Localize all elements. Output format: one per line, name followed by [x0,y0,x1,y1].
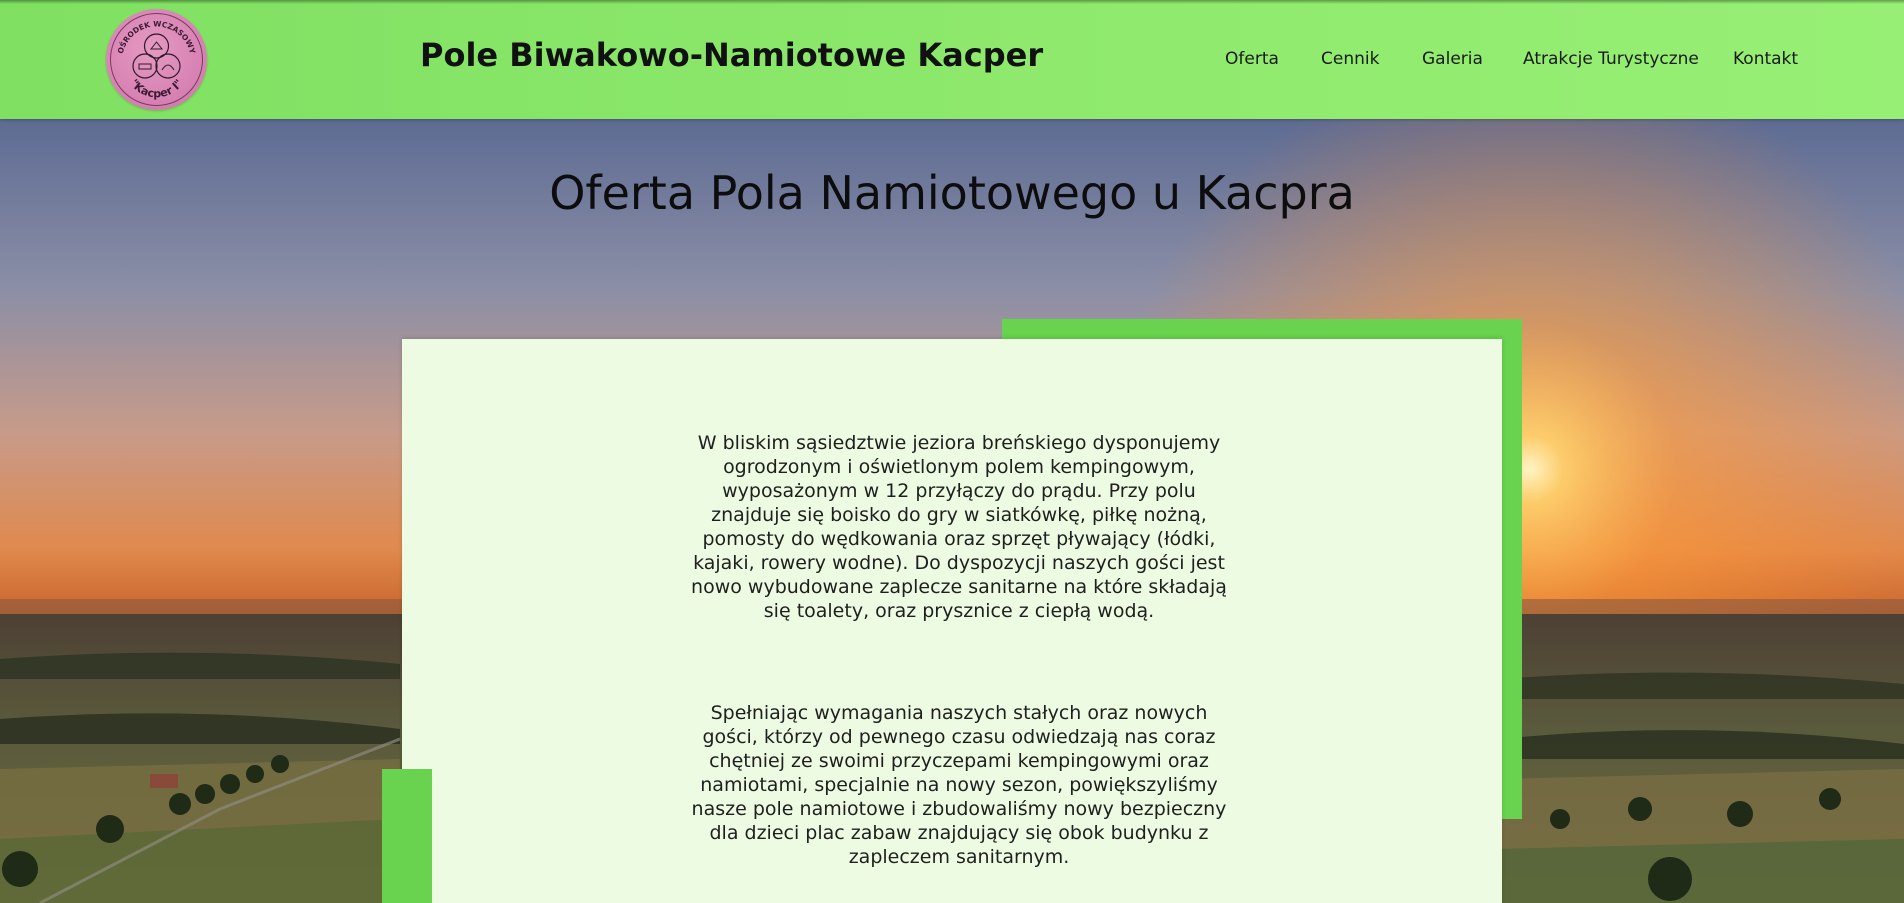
offer-paragraph-1: W bliskim sąsiedztwie jeziora breńskiego… [691,432,1227,622]
nav-cennik[interactable]: Cennik [1321,49,1379,71]
page-heading: Oferta Pola Namiotowego u Kacpra [549,166,1355,220]
logo-emblem-icon: OŚRODEK WCZASOWY "Kacper I" [110,13,203,106]
site-logo[interactable]: OŚRODEK WCZASOWY "Kacper I" [106,9,207,110]
offer-card: W bliskim sąsiedztwie jeziora breńskiego… [402,339,1502,903]
page: OŚRODEK WCZASOWY "Kacper I" Pole Biwakow… [0,0,1904,903]
site-title[interactable]: Pole Biwakowo-Namiotowe Kacper [420,36,1043,74]
nav-kontakt[interactable]: Kontakt [1733,49,1798,71]
logo-arc-text-top: OŚRODEK WCZASOWY [116,19,197,55]
nav-galeria[interactable]: Galeria [1422,49,1483,71]
accent-bar-bottom-left [382,769,432,903]
logo-arc-text-bottom: "Kacper I" [127,77,185,101]
site-header: OŚRODEK WCZASOWY "Kacper I" Pole Biwakow… [0,0,1904,119]
nav-atrakcje-turystyczne[interactable]: Atrakcje Turystyczne [1523,49,1699,71]
offer-paragraph-2: Spełniając wymagania naszych stałych ora… [691,702,1227,868]
nav-oferta[interactable]: Oferta [1225,49,1279,71]
